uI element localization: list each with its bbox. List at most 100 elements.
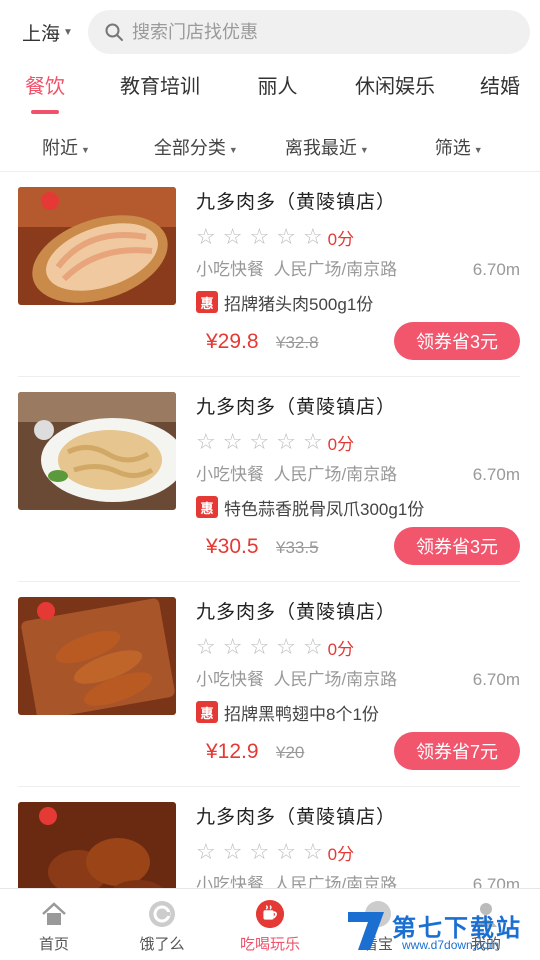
star-icon: ☆ bbox=[276, 839, 296, 864]
tab-dining[interactable]: 餐饮 bbox=[0, 64, 90, 116]
star-icon: ☆ bbox=[196, 224, 216, 249]
store-category: 小吃快餐 bbox=[196, 670, 264, 689]
filter-sort[interactable]: 离我最近 ▼ bbox=[285, 134, 369, 160]
search-input[interactable] bbox=[132, 21, 432, 43]
star-icon: ☆ bbox=[196, 634, 216, 659]
food-thumbnail bbox=[18, 597, 176, 715]
deal-row: 惠 特色蒜香脱骨凤爪300g1份 bbox=[196, 491, 520, 523]
original-price: ¥32.8 bbox=[276, 333, 319, 352]
deal-price: ¥30.5 bbox=[206, 535, 259, 558]
price-row: ¥12.9 ¥20 领券省7元 bbox=[196, 730, 520, 774]
food-thumbnail bbox=[18, 392, 176, 510]
original-price: ¥33.5 bbox=[276, 538, 319, 557]
rating: ☆ ☆ ☆ ☆ ☆ 0分 bbox=[196, 425, 520, 459]
rating-score: 0分 bbox=[327, 639, 355, 659]
store-name: 九多肉多（黄陵镇店） bbox=[196, 192, 397, 213]
rating: ☆ ☆ ☆ ☆ ☆ 0分 bbox=[196, 835, 520, 869]
coffee-cup-icon bbox=[255, 899, 285, 929]
deal-title: 特色蒜香脱骨凤爪300g1份 bbox=[224, 499, 425, 519]
deal-title: 招牌黑鸭翅中8个1份 bbox=[224, 704, 379, 724]
store-category: 小吃快餐 bbox=[196, 465, 264, 484]
store-area: 人民广场/南京路 bbox=[273, 260, 398, 279]
store-distance: 6.70m bbox=[472, 260, 520, 279]
star-icon: ☆ bbox=[302, 224, 323, 249]
store-name: 九多肉多（黄陵镇店） bbox=[196, 602, 397, 623]
star-icon: ☆ bbox=[249, 839, 270, 864]
deal-row: 惠 招牌黑鸭翅中8个1份 bbox=[196, 696, 520, 728]
category-tabs: 餐饮 教育培训 丽人 休闲娱乐 结婚 bbox=[0, 64, 540, 116]
tab-education[interactable]: 教育培训 bbox=[90, 64, 230, 116]
list-item[interactable]: 九多肉多（黄陵镇店） ☆ ☆ ☆ ☆ ☆ 0分 小吃快餐 人民广场/南京路 6.70m … bbox=[18, 172, 520, 377]
store-meta: 小吃快餐 人民广场/南京路 6.70m bbox=[196, 459, 520, 491]
star-icon: ☆ bbox=[249, 224, 270, 249]
filter-bar: 附近 ▼ 全部分类 ▼ 离我最近 ▼ 筛选 ▼ bbox=[0, 122, 540, 172]
star-icon: ☆ bbox=[249, 429, 270, 454]
tab-label: 吃喝玩乐 bbox=[239, 936, 300, 953]
tab-eat-drink-play[interactable]: 吃喝玩乐 bbox=[216, 889, 324, 960]
watermark-url: www.d7down.com bbox=[402, 938, 499, 952]
deal-price: ¥12.9 bbox=[206, 740, 259, 763]
rating: ☆ ☆ ☆ ☆ ☆ 0分 bbox=[196, 220, 520, 254]
deal-badge: 惠 bbox=[196, 701, 218, 723]
store-area: 人民广场/南京路 bbox=[273, 465, 398, 484]
top-bar: 上海 ▼ bbox=[0, 0, 540, 64]
star-icon: ☆ bbox=[222, 429, 243, 454]
city-selector[interactable]: 上海 ▼ bbox=[22, 19, 88, 46]
star-icon: ☆ bbox=[276, 429, 296, 454]
search-icon bbox=[105, 23, 123, 41]
star-icon: ☆ bbox=[302, 429, 323, 454]
chevron-down-icon: ▼ bbox=[81, 144, 90, 155]
chevron-down-icon: ▼ bbox=[228, 144, 238, 155]
filter-label: 离我最近 bbox=[284, 137, 357, 158]
deal-badge: 惠 bbox=[196, 496, 218, 518]
rating: ☆ ☆ ☆ ☆ ☆ 0分 bbox=[196, 630, 520, 664]
filter-label: 附近 bbox=[42, 137, 78, 158]
original-price: ¥20 bbox=[276, 743, 305, 762]
watermark-logo: 第七下载站 www.d7down.com bbox=[344, 906, 534, 956]
coupon-button[interactable]: 领券省7元 bbox=[394, 732, 520, 770]
deal-title: 招牌猪头肉500g1份 bbox=[224, 294, 374, 314]
tab-home[interactable]: 首页 bbox=[0, 889, 108, 960]
star-icon: ☆ bbox=[249, 634, 270, 659]
rating-score: 0分 bbox=[327, 434, 355, 454]
star-icon: ☆ bbox=[302, 839, 323, 864]
tab-eleme[interactable]: 饿了么 bbox=[108, 889, 216, 960]
filter-nearby[interactable]: 附近 ▼ bbox=[42, 134, 90, 160]
tab-beauty[interactable]: 丽人 bbox=[230, 64, 325, 116]
chevron-down-icon: ▼ bbox=[63, 26, 73, 38]
deal-price: ¥29.8 bbox=[206, 330, 259, 353]
price-row: ¥29.8 ¥32.8 领券省3元 bbox=[196, 320, 520, 364]
store-meta: 小吃快餐 人民广场/南京路 6.70m bbox=[196, 254, 520, 286]
list-item[interactable]: 九多肉多（黄陵镇店） ☆ ☆ ☆ ☆ ☆ 0分 小吃快餐 人民广场/南京路 6.70m … bbox=[18, 377, 520, 582]
city-name: 上海 bbox=[22, 23, 61, 45]
food-thumbnail bbox=[18, 187, 176, 305]
store-category: 小吃快餐 bbox=[196, 260, 264, 279]
store-distance: 6.70m bbox=[472, 465, 520, 484]
filter-label: 全部分类 bbox=[153, 137, 226, 158]
filter-more[interactable]: 筛选 ▼ bbox=[435, 134, 483, 160]
coupon-button[interactable]: 领券省3元 bbox=[394, 322, 520, 360]
store-distance: 6.70m bbox=[472, 670, 520, 689]
search-bar[interactable] bbox=[88, 10, 530, 54]
chevron-down-icon: ▼ bbox=[359, 144, 369, 155]
star-icon: ☆ bbox=[276, 224, 296, 249]
coupon-button[interactable]: 领券省3元 bbox=[394, 527, 520, 565]
star-icon: ☆ bbox=[196, 839, 216, 864]
tab-leisure[interactable]: 休闲娱乐 bbox=[325, 64, 465, 116]
star-icon: ☆ bbox=[222, 839, 243, 864]
star-icon: ☆ bbox=[276, 634, 296, 659]
tab-label: 饿了么 bbox=[139, 936, 185, 953]
rating-score: 0分 bbox=[327, 844, 355, 864]
tab-wedding[interactable]: 结婚 bbox=[465, 64, 535, 116]
star-icon: ☆ bbox=[222, 224, 243, 249]
star-icon: ☆ bbox=[196, 429, 216, 454]
filter-category[interactable]: 全部分类 ▼ bbox=[154, 134, 238, 160]
rating-score: 0分 bbox=[327, 229, 355, 249]
list-item[interactable]: 九多肉多（黄陵镇店） ☆ ☆ ☆ ☆ ☆ 0分 小吃快餐 人民广场/南京路 6.70m … bbox=[18, 582, 520, 787]
star-icon: ☆ bbox=[302, 634, 323, 659]
store-name: 九多肉多（黄陵镇店） bbox=[196, 807, 397, 828]
eleme-icon bbox=[147, 899, 177, 929]
store-meta: 小吃快餐 人民广场/南京路 6.70m bbox=[196, 664, 520, 696]
tab-label: 首页 bbox=[38, 936, 69, 953]
home-icon bbox=[39, 899, 69, 929]
